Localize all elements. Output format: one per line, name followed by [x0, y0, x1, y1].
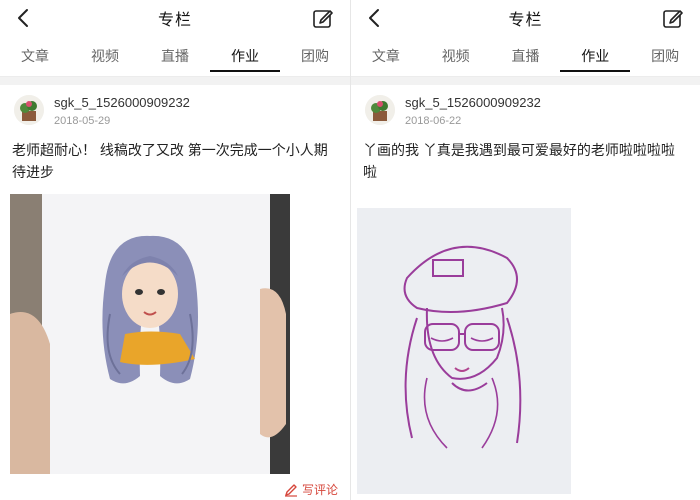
watercolor-portrait-photo-icon: [10, 194, 290, 474]
section-gap: [0, 77, 350, 85]
tab-videos[interactable]: 视频: [70, 36, 140, 76]
top-bar: 专栏: [0, 0, 350, 36]
post-header: sgk_5_1526000909232 2018-06-22: [363, 85, 688, 135]
post-date: 2018-06-22: [405, 115, 462, 127]
tab-homework[interactable]: 作业: [560, 36, 630, 76]
homework-post: sgk_5_1526000909232 2018-06-22 丫画的我 丫真是我…: [351, 85, 700, 183]
tab-group-buy[interactable]: 团购: [630, 36, 700, 76]
tab-articles[interactable]: 文章: [0, 36, 70, 76]
username[interactable]: sgk_5_1526000909232: [405, 95, 541, 110]
post-date: 2018-05-29: [54, 115, 111, 127]
edit-icon[interactable]: [312, 7, 334, 29]
tab-homework[interactable]: 作业: [210, 36, 280, 76]
tab-bar: 文章 视频 直播 作业 团购: [351, 36, 700, 77]
back-icon[interactable]: [14, 7, 34, 29]
avatar[interactable]: [365, 95, 395, 125]
tab-live[interactable]: 直播: [140, 36, 210, 76]
post-image[interactable]: [357, 208, 571, 494]
post-image[interactable]: [10, 194, 290, 474]
back-icon[interactable]: [365, 7, 385, 29]
tab-bar: 文章 视频 直播 作业 团购: [0, 36, 350, 77]
pencil-icon: [284, 483, 297, 497]
homework-post: sgk_5_1526000909232 2018-05-29 老师超耐心！ 线稿…: [0, 85, 350, 183]
edit-icon[interactable]: [662, 7, 684, 29]
post-header: sgk_5_1526000909232 2018-05-29: [12, 85, 338, 135]
page-title: 专栏: [508, 12, 543, 29]
tab-articles[interactable]: 文章: [351, 36, 421, 76]
post-text: 老师超耐心！ 线稿改了又改 第一次完成一个小人期待进步: [12, 142, 328, 180]
screen-left: 专栏 文章 视频 直播 作业 团购 sgk_5_1526000909232 20…: [0, 0, 350, 500]
pencil-sketch-photo-icon: [357, 208, 571, 494]
avatar-plant-icon: [14, 95, 44, 125]
page-title: 专栏: [157, 12, 192, 29]
top-bar: 专栏: [351, 0, 700, 36]
post-text: 丫画的我 丫真是我遇到最可爱最好的老师啦啦啦啦啦: [363, 142, 675, 180]
write-comment-button[interactable]: 写评论: [284, 481, 338, 498]
avatar-plant-icon: [365, 95, 395, 125]
avatar[interactable]: [14, 95, 44, 125]
tab-live[interactable]: 直播: [491, 36, 561, 76]
section-gap: [351, 77, 700, 85]
tab-group-buy[interactable]: 团购: [280, 36, 350, 76]
username[interactable]: sgk_5_1526000909232: [54, 95, 190, 110]
write-comment-label: 写评论: [301, 483, 338, 497]
screen-right: 专栏 文章 视频 直播 作业 团购 sgk_5_1526000909232 20…: [350, 0, 700, 500]
stage: 专栏 文章 视频 直播 作业 团购 sgk_5_1526000909232 20…: [0, 0, 700, 500]
tab-videos[interactable]: 视频: [421, 36, 491, 76]
